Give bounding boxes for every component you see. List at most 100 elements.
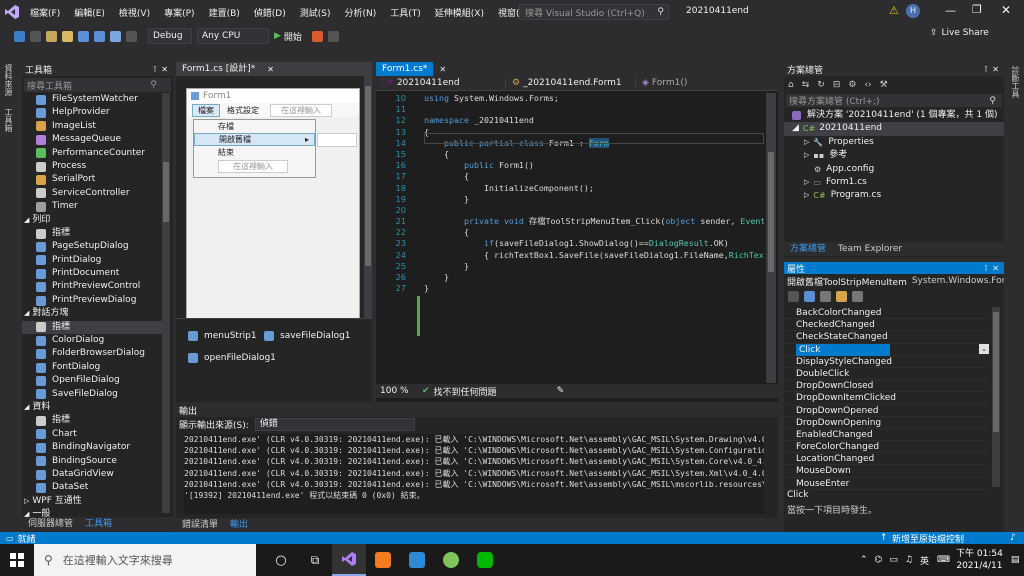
dropdown-item-save[interactable]: 存檔 (194, 120, 315, 133)
toolbox-item[interactable]: SerialPort (22, 173, 162, 186)
toolbox-item[interactable]: Timer (22, 200, 162, 213)
menu-item[interactable]: 專案(P) (164, 6, 194, 19)
dropdown-input-hint[interactable]: 在這裡輸入 (218, 159, 288, 173)
tray-chevron-icon[interactable]: ⌃ (860, 555, 868, 565)
event-row[interactable]: DropDownItemClicked (784, 392, 988, 405)
event-row[interactable]: LocationChanged (784, 453, 988, 466)
toolbox-item[interactable]: ColorDialog (22, 334, 162, 347)
toolbox-item[interactable]: MessageQueue (22, 133, 162, 146)
toolbox-item[interactable]: Process (22, 160, 162, 173)
toolbox-item[interactable]: PrintPreviewDialog (22, 294, 162, 307)
categorized-icon[interactable] (788, 290, 799, 302)
view-code-icon[interactable]: ‹› (864, 80, 871, 90)
tab-team-explorer[interactable]: Team Explorer (832, 241, 908, 257)
toolbox-item[interactable]: PageSetupDialog (22, 240, 162, 253)
dropdown-item-exit[interactable]: 結束 (194, 146, 315, 159)
live-share-button[interactable]: ⇪ Live Share (930, 28, 989, 38)
toolbox-item[interactable]: BindingNavigator (22, 441, 162, 454)
solution-root[interactable]: 解決方案 '20210411end' (1 個專案，共 1 個) (784, 109, 1004, 122)
brush-icon[interactable]: ✎ (557, 386, 565, 396)
code-line[interactable]: namespace _20210411end (424, 115, 764, 126)
toolbox-item[interactable]: FolderBrowserDialog (22, 347, 162, 360)
tab-toolbox[interactable]: 工具箱 (79, 516, 118, 532)
properties-scroll-thumb[interactable] (993, 312, 999, 432)
issues-status[interactable]: 找不到任何問題 (434, 385, 497, 398)
nav-member-dropdown[interactable]: ◈ Form1() (636, 78, 687, 88)
code-line[interactable]: { richTextBox1.SaveFile(saveFileDialog1.… (424, 250, 764, 261)
vs-logo-icon[interactable] (0, 0, 24, 24)
keyboard-icon[interactable]: ⌨ (937, 555, 950, 565)
cortana-icon[interactable]: ○ (264, 544, 298, 576)
menu-format[interactable]: 格式設定 (222, 105, 264, 116)
menu-strip[interactable]: 檔案 格式設定 在這裡輸入 (187, 103, 359, 117)
designer-v-thumb[interactable] (365, 86, 371, 266)
rich-textbox[interactable] (317, 133, 357, 147)
close-icon[interactable]: ✕ (992, 65, 999, 74)
tab-server-explorer[interactable]: 伺服器總管 (22, 516, 79, 532)
tab-solution-explorer[interactable]: 方案總管 (784, 241, 832, 257)
avatar[interactable]: H (906, 4, 920, 18)
toolbox-item[interactable]: ServiceController (22, 187, 162, 200)
zoom-level[interactable]: 100 % (376, 386, 422, 396)
line-icon[interactable] (468, 544, 502, 576)
toolbox-scroll-thumb[interactable] (163, 162, 169, 222)
nav-class-dropdown[interactable]: ⚙ _20210411end.Form1 (506, 78, 636, 88)
start-button[interactable]: 開始 (284, 30, 302, 43)
code-line[interactable] (424, 104, 764, 115)
back-icon[interactable] (14, 30, 25, 42)
source-control-icon[interactable]: ↑ (880, 533, 888, 543)
battery-icon[interactable]: ▭ (889, 555, 898, 565)
vtab-data-sources[interactable]: 資料來源 (3, 64, 14, 96)
minimize-button[interactable]: — (945, 4, 956, 17)
ime-indicator[interactable]: 英 (920, 554, 929, 567)
more-tools-icon[interactable] (327, 30, 339, 42)
menu-item[interactable]: 延伸模組(X) (435, 6, 484, 19)
event-row[interactable]: MouseEnter (784, 478, 988, 490)
solution-item[interactable]: ▷ C# Program.cs (784, 189, 1004, 202)
event-row[interactable]: EnabledChanged (784, 429, 988, 442)
toolbox-item[interactable]: ImageList (22, 120, 162, 133)
collapse-icon[interactable]: ⊟ (833, 80, 841, 90)
object-selector[interactable]: 開啟舊檔ToolStripMenuItem System.Windows.For… (784, 274, 1004, 288)
output-source-combo[interactable]: 偵錯 (254, 418, 415, 431)
toolbox-item[interactable]: PrintDocument (22, 267, 162, 280)
search-box[interactable]: 搜尋 Visual Studio (Ctrl+Q) ⚲ (519, 4, 669, 20)
taskbar-time[interactable]: 下午 01:54 (956, 548, 1003, 560)
event-row[interactable]: DropDownClosed (784, 380, 988, 393)
tab-designer[interactable]: Form1.cs [設計]* (176, 62, 261, 76)
event-row[interactable]: DropDownOpening (784, 417, 988, 429)
menu-item[interactable]: 建置(B) (209, 6, 240, 19)
volume-icon[interactable]: ♫ (905, 555, 913, 565)
maximize-button[interactable]: ❐ (972, 3, 982, 16)
toolbox-scrollbar[interactable] (162, 93, 170, 513)
toolbox-item[interactable]: 指標 (22, 414, 162, 427)
tab-output[interactable]: 輸出 (224, 517, 254, 533)
undo-icon[interactable] (110, 30, 121, 42)
open-icon[interactable] (62, 30, 73, 42)
toolbox-item[interactable]: SaveFileDialog (22, 388, 162, 401)
action-center-icon[interactable]: ▤ (1011, 555, 1020, 565)
close-button[interactable]: ✕ (1001, 3, 1011, 17)
alphabetical-icon[interactable] (804, 290, 815, 302)
code-line[interactable] (424, 205, 764, 216)
close-icon[interactable]: ✕ (161, 65, 168, 74)
task-view-icon[interactable]: ⧉ (298, 544, 332, 576)
code-line[interactable]: { (424, 171, 764, 182)
save-icon[interactable] (78, 30, 89, 42)
menu-file[interactable]: 檔案 (192, 103, 220, 117)
toolbox-item[interactable]: DataSet (22, 481, 162, 494)
forward-icon[interactable] (30, 30, 41, 42)
new-project-icon[interactable] (46, 30, 57, 42)
event-row[interactable]: DoubleClick (784, 368, 988, 381)
code-line[interactable]: } (424, 194, 764, 205)
hot-reload-icon[interactable] (311, 30, 323, 42)
properties-icon[interactable]: ⚒ (880, 80, 888, 90)
notification-icon[interactable]: ⚠ (889, 4, 899, 17)
solution-search[interactable]: 搜尋方案總管 (Ctrl+;) ⚲ (786, 94, 1002, 107)
toolbox-item[interactable]: FileSystemWatcher (22, 93, 162, 106)
menu-item[interactable]: 檔案(F) (30, 6, 60, 19)
tray-openfiledialog[interactable]: openFileDialog1 (188, 353, 276, 363)
add-to-source-control[interactable]: 新增至原始檔控制 (892, 532, 964, 545)
event-row[interactable]: DisplayStyleChanged (784, 356, 988, 368)
properties-view-icon[interactable] (820, 290, 831, 302)
